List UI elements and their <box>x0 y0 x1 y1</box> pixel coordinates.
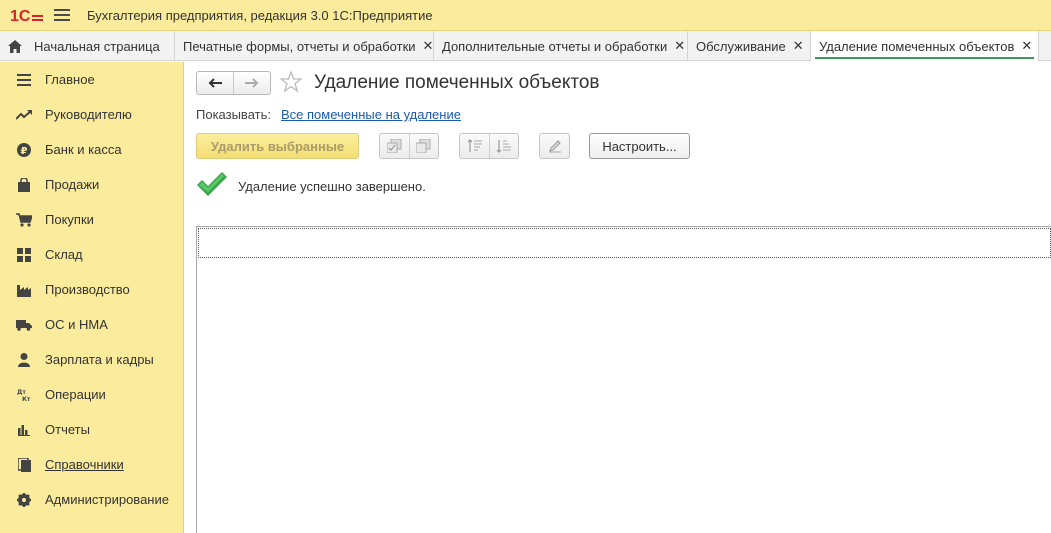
books-icon <box>16 457 32 473</box>
sidebar-item-admin[interactable]: Администрирование <box>0 482 183 517</box>
svg-text:Кт: Кт <box>22 396 31 402</box>
back-button[interactable] <box>197 72 233 94</box>
sidebar-item-label: Покупки <box>45 212 94 227</box>
tab-delete-marked[interactable]: Удаление помеченных объектов ✕ <box>811 31 1039 61</box>
trend-icon <box>16 107 32 123</box>
page-title: Удаление помеченных объектов <box>314 72 600 93</box>
edit-button-group <box>539 133 570 159</box>
settings-button[interactable]: Настроить... <box>589 133 690 159</box>
sort-ascending-icon <box>467 139 482 152</box>
sidebar-item-label: Производство <box>45 282 130 297</box>
sidebar-item-operations[interactable]: Дт Кт Операции <box>0 377 183 412</box>
tab-home[interactable]: Начальная страница <box>0 31 175 61</box>
factory-icon <box>16 282 32 298</box>
sidebar-item-label: Главное <box>45 72 95 87</box>
tab-label: Начальная страница <box>34 38 160 54</box>
delete-selected-button[interactable]: Удалить выбранные <box>196 133 359 159</box>
sidebar-item-label: Склад <box>45 247 83 262</box>
check-all-icon <box>386 139 401 153</box>
tab-additional-reports[interactable]: Дополнительные отчеты и обработки ✕ <box>434 31 688 61</box>
sort-buttons-group <box>459 133 519 159</box>
tab-label: Обслуживание <box>696 38 786 54</box>
sort-descending-icon <box>496 140 511 153</box>
sidebar-item-label: Зарплата и кадры <box>45 352 154 367</box>
close-icon[interactable]: ✕ <box>1021 38 1032 54</box>
sidebar-item-salary[interactable]: Зарплата и кадры <box>0 342 183 377</box>
navigation-buttons <box>196 71 271 95</box>
check-all-button[interactable] <box>380 134 409 158</box>
truck-icon <box>16 317 32 333</box>
arrow-left-icon <box>208 78 222 88</box>
cart-icon <box>16 212 32 228</box>
sidebar-item-main[interactable]: Главное <box>0 62 183 97</box>
favorite-star-icon[interactable] <box>280 71 302 93</box>
bar-chart-icon <box>16 422 32 438</box>
gear-icon <box>16 492 32 508</box>
bag-icon <box>16 177 32 193</box>
sidebar-item-purchases[interactable]: Покупки <box>0 202 183 237</box>
tab-print-forms[interactable]: Печатные формы, отчеты и обработки ✕ <box>175 31 434 61</box>
show-label: Показывать: <box>196 107 271 122</box>
tab-label: Удаление помеченных объектов <box>819 38 1015 54</box>
1c-logo[interactable]: 1С <box>10 7 44 23</box>
show-filter-link[interactable]: Все помеченные на удаление <box>281 107 461 122</box>
sidebar-item-label: Отчеты <box>45 422 90 437</box>
title-bar: 1С Бухгалтерия предприятия, редакция 3.0… <box>0 0 1051 31</box>
sidebar-item-manager[interactable]: Руководителю <box>0 97 183 132</box>
sidebar-item-label: Администрирование <box>45 492 169 507</box>
hamburger-menu-icon[interactable] <box>54 9 70 21</box>
sidebar-item-assets[interactable]: ОС и НМА <box>0 307 183 342</box>
sidebar-item-label: Продажи <box>45 177 100 192</box>
tab-bar: Начальная страница Печатные формы, отчет… <box>0 31 1051 61</box>
svg-text:Дт: Дт <box>17 389 26 396</box>
status-message: Удаление успешно завершено. <box>238 179 426 194</box>
table-row[interactable] <box>198 228 1051 258</box>
sort-desc-button[interactable] <box>489 134 518 158</box>
check-buttons-group <box>379 133 439 159</box>
pencil-icon <box>548 140 561 153</box>
sidebar-item-label: Руководителю <box>45 107 132 122</box>
dt-kt-icon: Дт Кт <box>16 387 32 403</box>
sidebar: Главное Руководителю ₽ Банк и касса Прод… <box>0 62 184 533</box>
ruble-icon: ₽ <box>16 142 32 158</box>
main-content: Удаление помеченных объектов Показывать:… <box>185 62 1051 533</box>
objects-table[interactable] <box>196 226 1051 533</box>
sidebar-item-sales[interactable]: Продажи <box>0 167 183 202</box>
svg-text:₽: ₽ <box>21 146 28 157</box>
sidebar-item-catalogs[interactable]: Справочники <box>0 447 183 482</box>
sidebar-item-bank[interactable]: ₽ Банк и касса <box>0 132 183 167</box>
uncheck-all-icon <box>416 139 431 153</box>
tab-label: Печатные формы, отчеты и обработки <box>183 38 416 54</box>
person-icon <box>16 352 32 368</box>
tab-label: Дополнительные отчеты и обработки <box>442 38 668 54</box>
forward-button[interactable] <box>233 72 270 94</box>
arrow-right-icon <box>245 78 259 88</box>
uncheck-all-button[interactable] <box>409 134 438 158</box>
sort-asc-button[interactable] <box>460 134 489 158</box>
close-icon[interactable]: ✕ <box>674 38 685 54</box>
sidebar-item-production[interactable]: Производство <box>0 272 183 307</box>
sidebar-item-label: ОС и НМА <box>45 317 108 332</box>
close-icon[interactable]: ✕ <box>793 38 804 54</box>
sidebar-item-warehouse[interactable]: Склад <box>0 237 183 272</box>
edit-button[interactable] <box>540 134 569 158</box>
app-title: Бухгалтерия предприятия, редакция 3.0 1С… <box>87 7 433 23</box>
sidebar-item-label: Операции <box>45 387 106 402</box>
sidebar-item-label: Справочники <box>45 457 124 472</box>
success-check-icon <box>197 172 227 196</box>
list-icon <box>16 72 32 88</box>
sidebar-item-reports[interactable]: Отчеты <box>0 412 183 447</box>
sidebar-item-label: Банк и касса <box>45 142 122 157</box>
home-icon <box>8 39 22 53</box>
svg-text:1С: 1С <box>10 8 31 23</box>
close-icon[interactable]: ✕ <box>423 38 434 54</box>
warehouse-icon <box>16 247 32 263</box>
tab-service[interactable]: Обслуживание ✕ <box>688 31 811 61</box>
